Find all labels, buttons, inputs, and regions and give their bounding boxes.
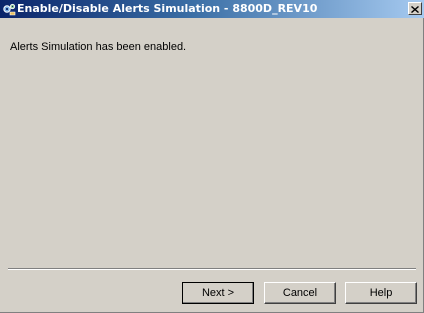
- close-icon: [411, 0, 419, 18]
- title-bar[interactable]: Enable/Disable Alerts Simulation - 8800D…: [0, 0, 424, 18]
- next-button[interactable]: Next >: [182, 282, 254, 304]
- gear-dialog-icon: [2, 2, 16, 16]
- window-title: Enable/Disable Alerts Simulation - 8800D…: [17, 2, 318, 15]
- dialog-window: Enable/Disable Alerts Simulation - 8800D…: [0, 0, 424, 313]
- status-message: Alerts Simulation has been enabled.: [10, 41, 187, 53]
- close-button[interactable]: [408, 2, 422, 15]
- footer-separator: [8, 268, 416, 270]
- cancel-button[interactable]: Cancel: [264, 282, 336, 304]
- help-button[interactable]: Help: [345, 282, 417, 304]
